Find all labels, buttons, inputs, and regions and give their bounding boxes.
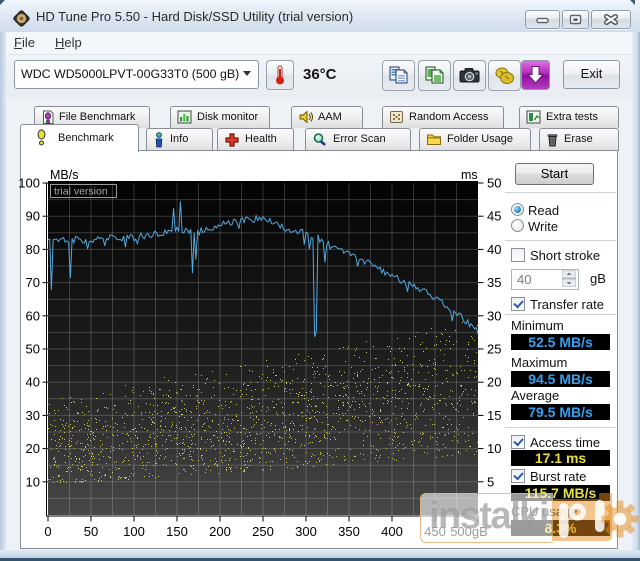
svg-text:0: 0 (44, 524, 51, 539)
svg-text:25: 25 (487, 342, 501, 357)
svg-text:50: 50 (487, 176, 501, 191)
svg-text:150: 150 (166, 524, 188, 539)
svg-text:15: 15 (487, 408, 501, 423)
svg-text:100: 100 (123, 524, 145, 539)
svg-text:250: 250 (252, 524, 274, 539)
svg-text:400: 400 (381, 524, 403, 539)
svg-text:30: 30 (487, 308, 501, 323)
svg-text:300: 300 (295, 524, 317, 539)
svg-text:40: 40 (26, 375, 40, 390)
svg-text:35: 35 (487, 275, 501, 290)
svg-text:45: 45 (487, 209, 501, 224)
svg-text:50: 50 (26, 342, 40, 357)
svg-text:20: 20 (26, 441, 40, 456)
svg-text:20: 20 (487, 375, 501, 390)
svg-text:10: 10 (487, 441, 501, 456)
svg-text:100: 100 (18, 176, 40, 191)
svg-text:50: 50 (84, 524, 98, 539)
svg-text:60: 60 (26, 308, 40, 323)
svg-text:MB/s: MB/s (50, 168, 78, 182)
svg-text:40: 40 (487, 242, 501, 257)
svg-text:200: 200 (209, 524, 231, 539)
svg-text:30: 30 (26, 408, 40, 423)
svg-text:90: 90 (26, 209, 40, 224)
svg-text:10: 10 (26, 474, 40, 489)
svg-text:350: 350 (338, 524, 360, 539)
svg-text:5: 5 (487, 474, 494, 489)
svg-text:70: 70 (26, 275, 40, 290)
svg-text:trial version: trial version (54, 186, 108, 198)
svg-text:80: 80 (26, 242, 40, 257)
svg-text:ms: ms (461, 168, 478, 182)
